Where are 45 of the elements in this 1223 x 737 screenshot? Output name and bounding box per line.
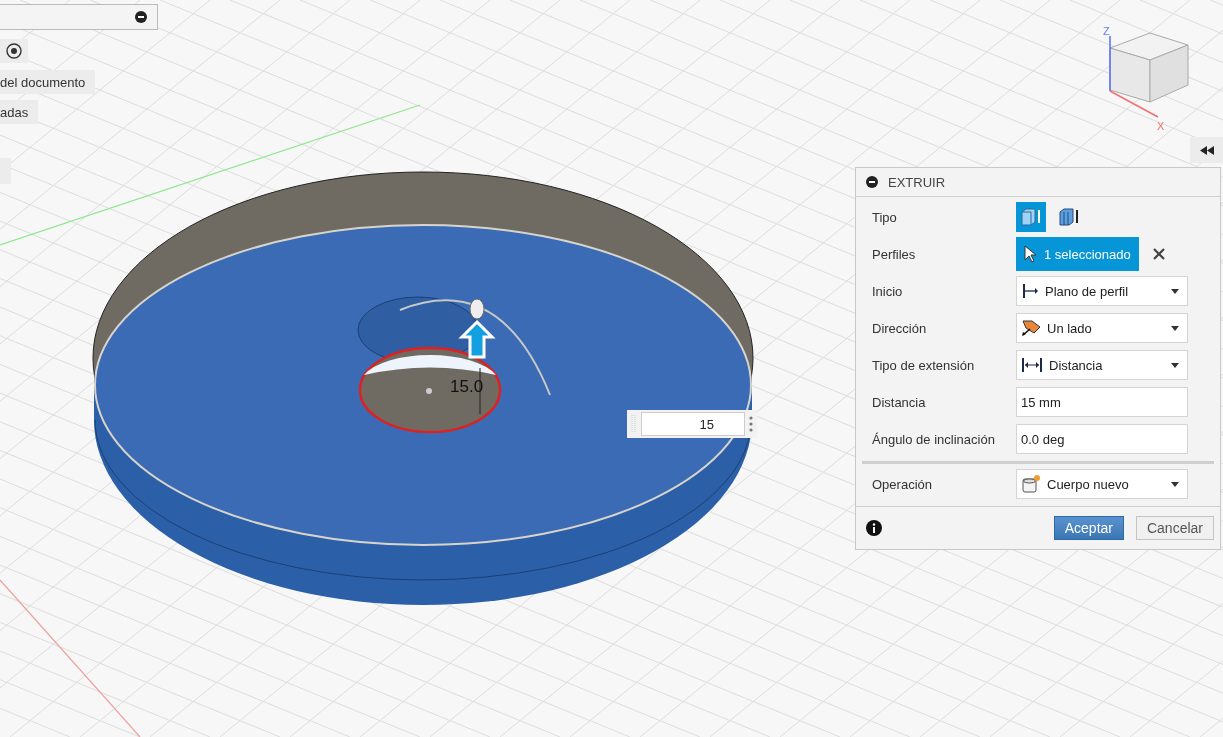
caret-icon xyxy=(1171,481,1179,487)
cancel-button[interactable]: Cancelar xyxy=(1135,516,1214,540)
dialog-title: EXTRUIR xyxy=(888,174,946,190)
search-field[interactable] xyxy=(0,4,158,30)
dimension-line xyxy=(479,367,481,415)
target-icon xyxy=(6,43,22,59)
new-body-icon xyxy=(1021,474,1041,494)
browser-item[interactable]: del documento xyxy=(0,70,96,94)
direction-icon xyxy=(1021,319,1041,337)
distance-icon xyxy=(1021,356,1043,374)
dimension-label: 15.0 xyxy=(450,377,484,396)
field-label: Dirección xyxy=(872,320,928,336)
input-field[interactable]: 0.0 deg xyxy=(1016,424,1188,454)
field-label: Distancia xyxy=(872,394,927,410)
collapse-icon[interactable] xyxy=(866,176,878,188)
distance-input[interactable]: 15 xyxy=(641,412,745,436)
field-label: Inicio xyxy=(872,283,904,299)
info-icon[interactable] xyxy=(866,520,882,536)
caret-icon xyxy=(1171,362,1179,368)
start-plane-icon xyxy=(1021,282,1039,300)
more-icon[interactable] xyxy=(749,415,753,433)
browser-item[interactable]: adas xyxy=(0,100,39,124)
field-label: Perfiles xyxy=(872,246,917,262)
thin-block-icon xyxy=(1057,206,1081,228)
dropdown[interactable]: Cuerpo nuevo xyxy=(1016,469,1188,499)
drag-arrow-icon[interactable] xyxy=(458,298,496,359)
dropdown[interactable]: Un lado xyxy=(1016,313,1188,343)
view-cube-drawing: Z X xyxy=(1103,25,1189,132)
collapse-icon xyxy=(135,11,147,23)
solid-block-icon xyxy=(1019,206,1043,228)
caret-icon xyxy=(1171,325,1179,331)
cursor-icon xyxy=(1024,245,1036,263)
caret-icon xyxy=(1171,288,1179,294)
solid-extrude-button[interactable] xyxy=(1016,202,1046,232)
ok-button[interactable]: Aceptar xyxy=(1053,516,1124,540)
dropdown[interactable]: Distancia xyxy=(1016,350,1188,380)
radio-chip[interactable] xyxy=(0,39,28,63)
field-label: Tipo de extensión xyxy=(872,357,976,373)
collapse-panel-button[interactable] xyxy=(1190,137,1223,163)
dropdown[interactable]: Plano de perfil xyxy=(1016,276,1188,306)
field-label: Ángulo de inclinación xyxy=(872,431,996,447)
input-field[interactable]: 15 mm xyxy=(1016,387,1188,417)
field-label: Tipo xyxy=(872,209,898,225)
double-left-arrow-icon xyxy=(1199,145,1214,155)
field-label: Operación xyxy=(872,476,933,492)
